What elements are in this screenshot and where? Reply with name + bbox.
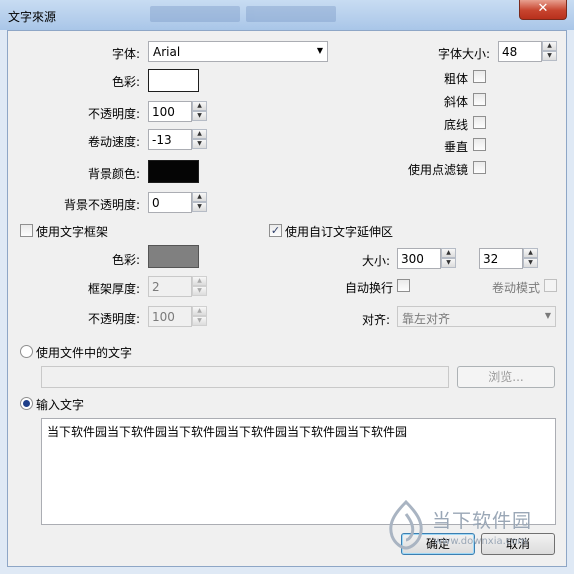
use-custom-extent-checkbox[interactable]: ✓ bbox=[269, 224, 282, 237]
spin-down-icon[interactable]: ▼ bbox=[192, 316, 207, 326]
bold-label: 粗体 bbox=[443, 72, 468, 86]
opacity-label: 不透明度: bbox=[87, 107, 140, 121]
spin-down-icon[interactable]: ▼ bbox=[542, 51, 557, 61]
point-filter-label: 使用点滤镜 bbox=[407, 163, 468, 177]
opacity-field[interactable]: 100 bbox=[148, 101, 192, 122]
window-title: 文字來源 bbox=[8, 10, 57, 24]
point-filter-checkbox[interactable] bbox=[473, 161, 486, 174]
spin-up-icon[interactable]: ▲ bbox=[192, 129, 207, 139]
frame-opacity-label: 不透明度: bbox=[87, 312, 140, 326]
spin-down-icon[interactable]: ▼ bbox=[192, 111, 207, 121]
text-input-area[interactable]: 当下软件园当下软件园当下软件园当下软件园当下软件园当下软件园 bbox=[41, 418, 556, 525]
spin-down-icon[interactable]: ▼ bbox=[192, 202, 207, 212]
frame-thickness-field[interactable]: 2 bbox=[148, 276, 192, 297]
ok-button[interactable]: 确定 bbox=[401, 533, 475, 555]
bg-opacity-stepper[interactable]: 0 ▲ ▼ bbox=[148, 192, 208, 213]
font-size-stepper[interactable]: 48 ▲ ▼ bbox=[498, 41, 558, 62]
spin-down-icon[interactable]: ▼ bbox=[192, 139, 207, 149]
word-wrap-label: 自动换行 bbox=[344, 281, 393, 295]
font-value: Arial bbox=[153, 45, 181, 59]
use-text-frame-label: 使用文字框架 bbox=[36, 225, 109, 239]
spin-up-icon[interactable]: ▲ bbox=[542, 41, 557, 51]
scroll-speed-stepper[interactable]: -13 ▲ ▼ bbox=[148, 129, 208, 150]
opacity-value: 100 bbox=[152, 105, 175, 119]
color-label: 色彩: bbox=[111, 75, 140, 89]
spin-up-icon[interactable]: ▲ bbox=[192, 192, 207, 202]
frame-thickness-label: 框架厚度: bbox=[87, 282, 140, 296]
size-width-stepper[interactable]: 300 ▲ ▼ bbox=[397, 248, 457, 269]
vertical-checkbox[interactable] bbox=[473, 138, 486, 151]
use-file-text-radio[interactable] bbox=[20, 345, 33, 358]
vertical-label: 垂直 bbox=[443, 140, 468, 154]
scroll-speed-value: -13 bbox=[152, 133, 172, 147]
scroll-mode-checkbox[interactable] bbox=[544, 279, 557, 292]
use-file-text-label: 使用文件中的文字 bbox=[36, 346, 133, 360]
close-button[interactable]: ✕ bbox=[519, 0, 567, 20]
bg-color-swatch[interactable] bbox=[148, 160, 199, 183]
chevron-down-icon: ▼ bbox=[544, 311, 551, 320]
frame-color-label: 色彩: bbox=[111, 253, 140, 267]
font-dropdown[interactable]: Arial ▼ bbox=[148, 41, 328, 62]
italic-label: 斜体 bbox=[443, 95, 468, 109]
size-height-value: 32 bbox=[483, 252, 499, 266]
spin-down-icon[interactable]: ▼ bbox=[192, 286, 207, 296]
browse-button[interactable]: 浏览... bbox=[457, 366, 555, 388]
align-value: 靠左对齐 bbox=[402, 312, 451, 326]
size-width-value: 300 bbox=[401, 252, 424, 266]
use-text-frame-checkbox[interactable] bbox=[20, 224, 33, 237]
font-size-value: 48 bbox=[502, 45, 518, 59]
input-text-radio[interactable] bbox=[20, 397, 33, 410]
spin-down-icon[interactable]: ▼ bbox=[523, 258, 538, 268]
font-size-label: 字体大小: bbox=[437, 47, 490, 61]
spin-up-icon[interactable]: ▲ bbox=[192, 101, 207, 111]
size-label: 大小: bbox=[361, 254, 390, 268]
align-label: 对齐: bbox=[361, 313, 390, 327]
spin-up-icon[interactable]: ▲ bbox=[192, 306, 207, 316]
bg-opacity-field[interactable]: 0 bbox=[148, 192, 192, 213]
italic-checkbox[interactable] bbox=[473, 93, 486, 106]
spin-up-icon[interactable]: ▲ bbox=[441, 248, 456, 258]
frame-opacity-value: 100 bbox=[152, 310, 175, 324]
text-color-swatch[interactable] bbox=[148, 69, 199, 92]
chevron-down-icon: ▼ bbox=[316, 46, 323, 55]
spin-down-icon[interactable]: ▼ bbox=[441, 258, 456, 268]
frame-opacity-stepper[interactable]: 100 ▲ ▼ bbox=[148, 306, 208, 327]
bold-checkbox[interactable] bbox=[473, 70, 486, 83]
font-label: 字体: bbox=[111, 47, 140, 61]
scroll-speed-label: 卷动速度: bbox=[87, 135, 140, 149]
spin-up-icon[interactable]: ▲ bbox=[192, 276, 207, 286]
size-height-field[interactable]: 32 bbox=[479, 248, 523, 269]
scroll-speed-field[interactable]: -13 bbox=[148, 129, 192, 150]
frame-thickness-value: 2 bbox=[152, 280, 160, 294]
cancel-button[interactable]: 取消 bbox=[481, 533, 555, 555]
align-dropdown[interactable]: 靠左对齐 ▼ bbox=[397, 306, 556, 327]
word-wrap-checkbox[interactable] bbox=[397, 279, 410, 292]
size-height-stepper[interactable]: 32 ▲ ▼ bbox=[479, 248, 539, 269]
frame-color-swatch[interactable] bbox=[148, 245, 199, 268]
bg-opacity-label: 背景不透明度: bbox=[63, 198, 140, 212]
bg-opacity-value: 0 bbox=[152, 196, 160, 210]
underline-label: 底线 bbox=[443, 118, 468, 132]
underline-checkbox[interactable] bbox=[473, 116, 486, 129]
frame-opacity-field[interactable]: 100 bbox=[148, 306, 192, 327]
title-bar: 文字來源 ✕ bbox=[0, 0, 574, 30]
size-width-field[interactable]: 300 bbox=[397, 248, 441, 269]
font-size-field[interactable]: 48 bbox=[498, 41, 542, 62]
opacity-stepper[interactable]: 100 ▲ ▼ bbox=[148, 101, 208, 122]
dialog-body: 字体: Arial ▼ 色彩: 不透明度: 100 ▲ ▼ 卷动速度: -13 ▲… bbox=[7, 30, 567, 567]
frame-thickness-stepper[interactable]: 2 ▲ ▼ bbox=[148, 276, 208, 297]
bg-color-label: 背景颜色: bbox=[87, 167, 140, 181]
file-path-input[interactable] bbox=[41, 366, 449, 388]
use-custom-extent-label: 使用自订文字延伸区 bbox=[285, 225, 394, 239]
input-text-label: 输入文字 bbox=[36, 398, 85, 412]
spin-up-icon[interactable]: ▲ bbox=[523, 248, 538, 258]
background-taskbar-blur bbox=[150, 6, 350, 24]
scroll-mode-label: 卷动模式 bbox=[491, 281, 540, 295]
